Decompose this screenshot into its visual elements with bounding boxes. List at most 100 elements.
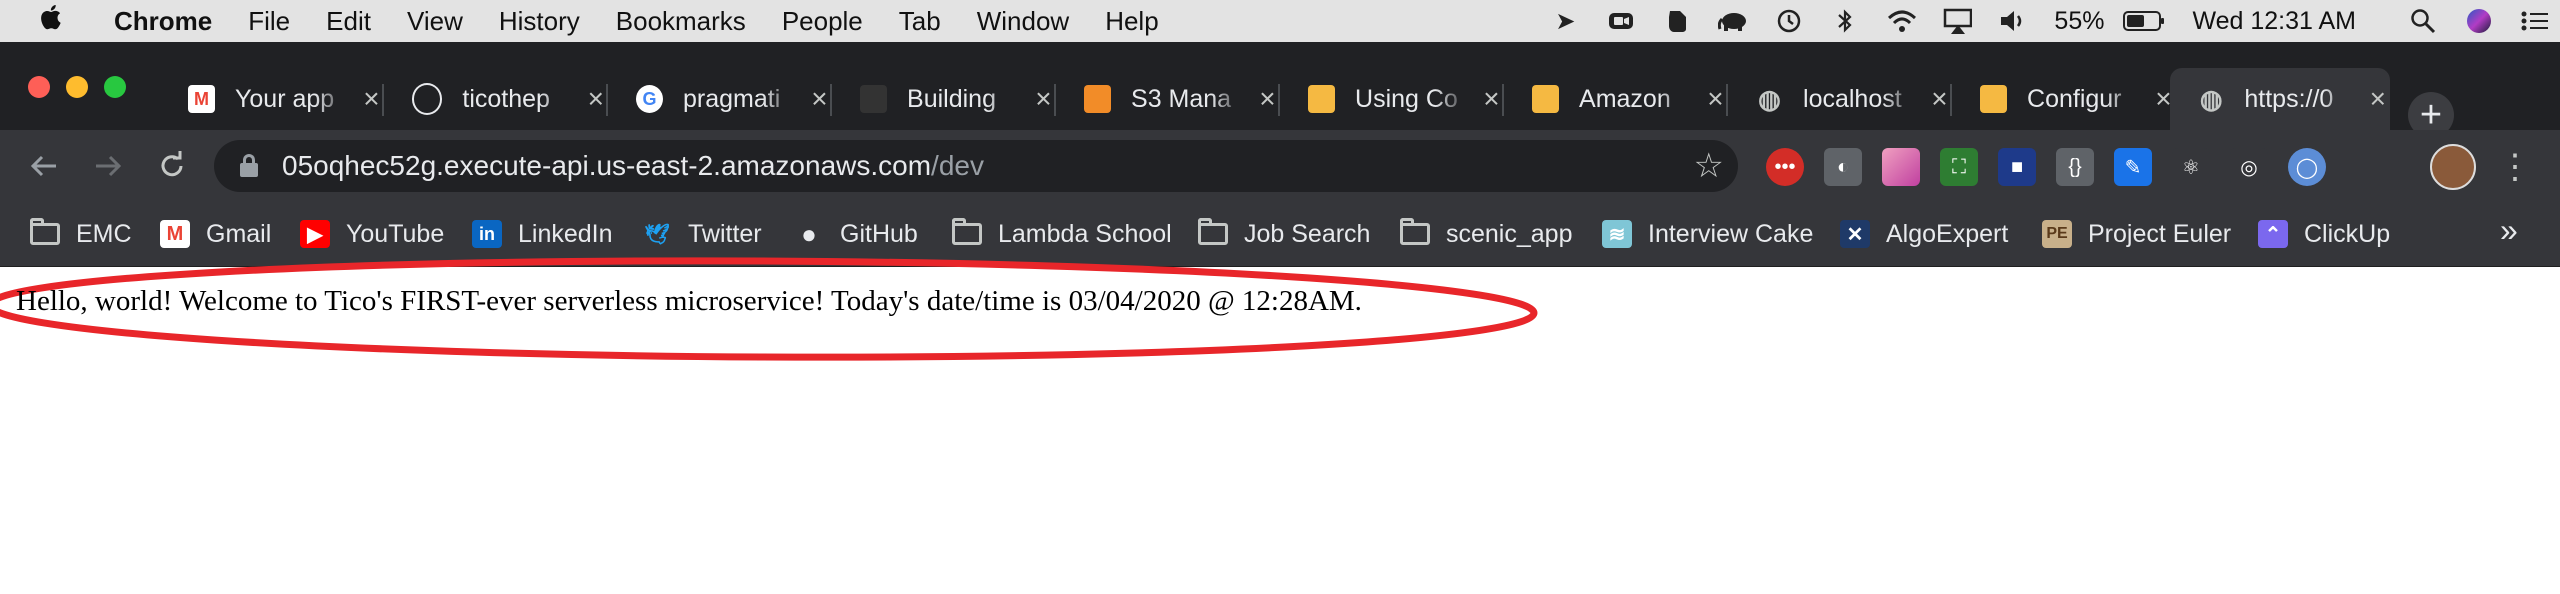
volume-icon[interactable]	[1998, 6, 2028, 36]
tab-close-icon[interactable]: ×	[807, 83, 832, 115]
url-host: 05oqhec52g.execute-api.us-east-2.amazona…	[282, 150, 932, 181]
bookmark-algoexpert[interactable]: ✕ AlgoExpert	[1840, 216, 2008, 252]
window-zoom-button[interactable]	[104, 76, 126, 98]
algoexpert-icon: ✕	[1840, 220, 1870, 248]
airplay-icon[interactable]	[1942, 6, 1973, 36]
profile-avatar[interactable]	[2430, 144, 2476, 190]
browser-tab-strip: M Your app × ticothep × Gpragmati × Building × S3…	[0, 42, 2560, 138]
chrome-menu-icon[interactable]: ⋮	[2498, 144, 2532, 190]
notification-center-icon[interactable]	[2520, 6, 2550, 36]
lastpass-icon[interactable]: •••	[1766, 148, 1804, 186]
menu-tab[interactable]: Tab	[899, 6, 941, 37]
address-bar[interactable]: 05oqhec52g.execute-api.us-east-2.amazona…	[214, 140, 1738, 192]
window-close-button[interactable]	[28, 76, 50, 98]
bookmark-label: Project Euler	[2088, 219, 2232, 248]
forward-button[interactable]	[86, 144, 130, 188]
bookmark-star-icon[interactable]: ☆	[1694, 146, 1724, 186]
color-picker-icon[interactable]: ✎	[2114, 148, 2152, 186]
tab-title: S3 Mana	[1131, 84, 1232, 113]
menu-history[interactable]: History	[499, 6, 580, 37]
bookmark-label: Interview Cake	[1648, 219, 1814, 248]
tab-title: Building	[907, 84, 996, 113]
elephant-icon[interactable]	[1718, 6, 1748, 36]
interview-cake-icon: ≋	[1602, 220, 1632, 248]
google-icon: G	[636, 85, 664, 113]
gmail-icon: M	[188, 85, 216, 113]
url-path: /dev	[931, 150, 984, 181]
back-button[interactable]	[22, 144, 66, 188]
target-extension-icon[interactable]: ◎	[2230, 148, 2268, 186]
battery-percentage[interactable]: 55%	[2054, 7, 2104, 36]
screenshot-extension-icon[interactable]: ⛶	[1940, 148, 1978, 186]
tab-close-icon[interactable]: ×	[359, 83, 384, 115]
menu-edit[interactable]: Edit	[326, 6, 371, 37]
clickup-icon: ⌃	[2258, 220, 2288, 248]
bookmark-project-euler[interactable]: PE Project Euler	[2042, 216, 2231, 252]
bluetooth-icon[interactable]	[1830, 6, 1860, 36]
tab-close-icon[interactable]: ×	[584, 83, 608, 115]
tab-title: localhost	[1803, 84, 1902, 113]
tab-title: pragmati	[683, 84, 781, 113]
menu-app-name[interactable]: Chrome	[114, 6, 212, 37]
bookmark-label: AlgoExpert	[1886, 219, 2009, 248]
box-extension-icon[interactable]: ■	[1998, 148, 2036, 186]
tab-close-icon[interactable]: ×	[1255, 83, 1280, 115]
tab-close-icon[interactable]: ×	[1479, 83, 1504, 115]
reload-button[interactable]	[150, 144, 194, 188]
aws-docs-icon	[1308, 85, 1336, 113]
window-minimize-button[interactable]	[66, 76, 88, 98]
menu-bookmarks[interactable]: Bookmarks	[616, 6, 746, 37]
tab-2[interactable]: ticothep ×	[384, 68, 608, 130]
bookmarks-overflow-chevron-icon[interactable]: »	[2500, 212, 2518, 249]
spotlight-search-icon[interactable]	[2408, 6, 2438, 36]
battery-icon[interactable]	[2122, 6, 2166, 36]
zoom-icon[interactable]	[1606, 6, 1636, 36]
menu-window[interactable]: Window	[977, 6, 1069, 37]
extension-gray-icon[interactable]: ◐	[1824, 148, 1862, 186]
lock-icon[interactable]	[240, 154, 258, 177]
tab-close-icon[interactable]: ×	[1927, 83, 1952, 115]
bookmark-clickup[interactable]: ⌃ ClickUp	[2258, 216, 2390, 252]
tab-close-icon[interactable]: ×	[2366, 83, 2390, 115]
menubar-clock[interactable]: Wed 12:31 AM	[2192, 7, 2356, 36]
serverless-icon	[860, 85, 888, 113]
github-icon	[412, 83, 443, 115]
url-text[interactable]: 05oqhec52g.execute-api.us-east-2.amazona…	[282, 150, 984, 182]
tab-title: ticothep	[462, 84, 550, 113]
evernote-icon[interactable]	[1662, 6, 1692, 36]
tab-7[interactable]: Amazon ×	[1504, 68, 1728, 130]
tab-9[interactable]: Configur ×	[1952, 68, 2176, 130]
bookmark-interview-cake[interactable]: ≋ Interview Cake	[1602, 216, 1813, 252]
siri-icon[interactable]	[2464, 6, 2494, 36]
tab-8[interactable]: ◍ localhost ×	[1728, 68, 1952, 130]
tab-close-icon[interactable]: ×	[1031, 83, 1056, 115]
browser-toolbar: 05oqhec52g.execute-api.us-east-2.amazona…	[0, 130, 2560, 202]
globe-icon: ◍	[1758, 83, 1781, 114]
project-euler-icon: PE	[2042, 220, 2072, 248]
apple-menu-icon[interactable]	[40, 3, 84, 39]
menu-help[interactable]: Help	[1105, 6, 1158, 37]
location-arrow-icon[interactable]: ➤	[1550, 6, 1580, 36]
menu-people[interactable]: People	[782, 6, 863, 37]
json-extension-icon[interactable]: {}	[2056, 148, 2094, 186]
menu-view[interactable]: View	[407, 6, 463, 37]
gradient-extension-icon[interactable]	[1882, 148, 1920, 186]
tab-6[interactable]: Using Co ×	[1280, 68, 1504, 130]
wifi-icon[interactable]	[1886, 6, 1917, 36]
tab-10[interactable]: ◍ https://0 ×	[2170, 68, 2390, 130]
tab-title: Configur	[2027, 84, 2122, 113]
aws-docs-icon	[1532, 85, 1560, 113]
tab-close-icon[interactable]: ×	[1703, 83, 1728, 115]
tab-3[interactable]: Gpragmati ×	[608, 68, 832, 130]
page-content: Hello, world! Welcome to Tico's FIRST-ev…	[0, 257, 2560, 594]
tab-5[interactable]: S3 Mana ×	[1056, 68, 1280, 130]
tab-title: Your app	[235, 84, 335, 113]
tab-1[interactable]: M Your app ×	[160, 68, 384, 130]
tab-title: Amazon	[1579, 84, 1671, 113]
menu-file[interactable]: File	[248, 6, 290, 37]
blue-circle-extension-icon[interactable]: ◯	[2288, 148, 2326, 186]
globe-icon: ◍	[2199, 83, 2223, 114]
react-devtools-icon[interactable]: ⚛	[2172, 148, 2210, 186]
tab-4[interactable]: Building ×	[832, 68, 1056, 130]
time-machine-icon[interactable]	[1774, 6, 1804, 36]
